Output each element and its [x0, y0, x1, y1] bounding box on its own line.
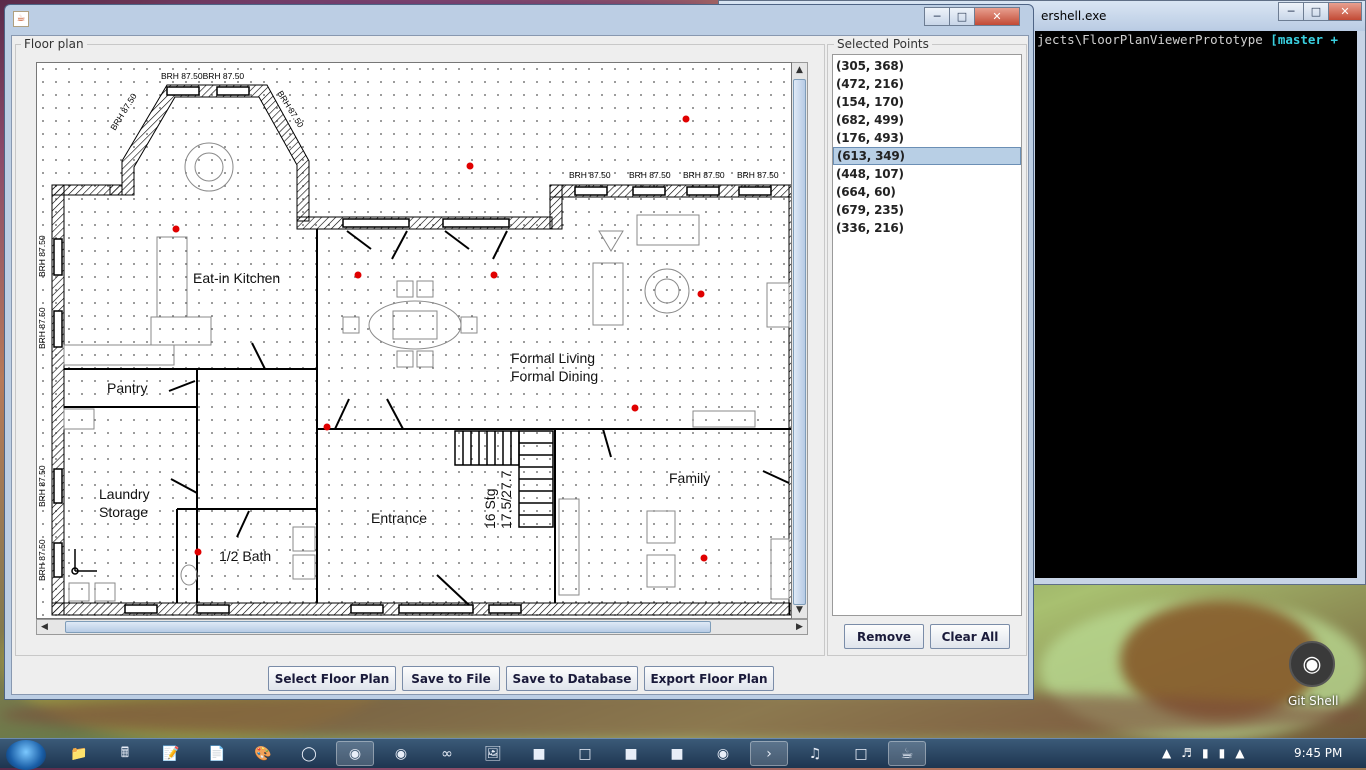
floor-plan-group-label: Floor plan [21, 37, 87, 51]
remove-button[interactable]: Remove [844, 624, 924, 649]
git-shell-icon[interactable]: ◉ [1289, 641, 1335, 687]
horizontal-scroll-thumb[interactable] [65, 621, 711, 633]
selected-point-item[interactable]: (679, 235) [833, 201, 1021, 219]
console-caption-buttons: ─ □ ✕ [1278, 2, 1362, 21]
room-label-half-bath: 1/2 Bath [219, 548, 271, 564]
virtualbox2-icon[interactable]: □ [842, 741, 880, 766]
powershell-icon[interactable]: › [750, 741, 788, 766]
link-icon[interactable]: ∞ [428, 741, 466, 766]
floor-plan-canvas[interactable]: BRH 87.50BRH 87.50 BRH 87.50 BRH 87.50 B… [36, 62, 792, 619]
java-icon: ☕ [13, 11, 29, 27]
room-label-family: Family [669, 470, 710, 486]
title-bar[interactable]: ☕ ─ □ ✕ [5, 5, 1033, 32]
selected-point-marker[interactable] [700, 554, 708, 562]
selected-point-marker[interactable] [323, 423, 331, 431]
calculator-icon[interactable]: 🖩 [106, 741, 144, 766]
selected-point-item[interactable]: (154, 170) [833, 93, 1021, 111]
tray-icons: ▲♬▮▮▲ [1162, 746, 1255, 760]
scroll-down-arrow-icon[interactable]: ▼ [792, 603, 807, 618]
console-maximize-button[interactable]: □ [1303, 2, 1329, 21]
git-shell-label[interactable]: Git Shell [1288, 694, 1338, 708]
console-branch: [master + [1270, 32, 1339, 47]
floor-plan-viewer-window[interactable]: ☕ ─ □ ✕ Floor plan BRH 87.50BRH 87.50 BR… [4, 4, 1034, 700]
scroll-left-arrow-icon[interactable]: ◀ [37, 620, 52, 635]
clock[interactable]: 9:45 PM [1294, 746, 1342, 760]
network-icon[interactable]: ■ [612, 741, 650, 766]
console-prompt: jects\FloorPlanViewerPrototype [1037, 32, 1271, 47]
chrome-icon[interactable]: ◉ [336, 741, 374, 766]
console-minimize-button[interactable]: ─ [1278, 2, 1304, 21]
sticky-notes-icon[interactable]: 📝 [152, 741, 190, 766]
selected-point-item[interactable]: (305, 368) [833, 57, 1021, 75]
close-button[interactable]: ✕ [974, 7, 1020, 26]
minimize-button[interactable]: ─ [924, 7, 950, 26]
room-label-formal-living: Formal Living [511, 350, 595, 366]
selected-point-marker[interactable] [682, 115, 690, 123]
svg-text:BRH 87.50: BRH 87.50 [37, 235, 47, 277]
svg-text:BRH 87.50: BRH 87.50 [37, 539, 47, 581]
selected-point-item[interactable]: (448, 107) [833, 165, 1021, 183]
messenger-icon[interactable]: ◉ [704, 741, 742, 766]
firefox-icon[interactable]: ◉ [382, 741, 420, 766]
folder-icon[interactable]: 📁 [60, 741, 98, 766]
scroll-right-arrow-icon[interactable]: ▶ [792, 620, 807, 635]
virtualbox-icon[interactable]: □ [566, 741, 604, 766]
save-to-file-button[interactable]: Save to File [402, 666, 500, 691]
opera-icon[interactable]: ◯ [290, 741, 328, 766]
scanner-icon[interactable]: ■ [658, 741, 696, 766]
clear-all-button[interactable]: Clear All [930, 624, 1010, 649]
selected-point-marker[interactable] [697, 290, 705, 298]
svg-text:BRH 87.50BRH 87.50: BRH 87.50BRH 87.50 [161, 71, 244, 81]
selected-point-marker[interactable] [466, 162, 474, 170]
selected-point-marker[interactable] [490, 271, 498, 279]
selected-point-marker[interactable] [354, 271, 362, 279]
selected-point-item[interactable]: (613, 349) [833, 147, 1021, 165]
selected-point-marker[interactable] [631, 404, 639, 412]
floor-plan-drawing[interactable]: BRH 87.50BRH 87.50 BRH 87.50 BRH 87.50 B… [37, 63, 792, 619]
itunes-icon[interactable]: ♫ [796, 741, 834, 766]
caption-buttons: ─ □ ✕ [924, 7, 1020, 26]
room-label-formal-dining: Formal Dining [511, 368, 598, 384]
room-label-entrance: Entrance [371, 510, 427, 526]
scroll-up-arrow-icon[interactable]: ▲ [792, 63, 807, 78]
svg-text:BRH 87.50: BRH 87.50 [737, 170, 779, 180]
export-floor-plan-button[interactable]: Export Floor Plan [644, 666, 774, 691]
java-icon[interactable]: ☕ [888, 741, 926, 766]
room-label-storage: Storage [99, 504, 148, 520]
select-floor-plan-button[interactable]: Select Floor Plan [268, 666, 396, 691]
grid-dots [37, 63, 791, 618]
selected-point-marker[interactable] [172, 225, 180, 233]
console-output[interactable]: jects\FloorPlanViewerPrototype [master + [1035, 31, 1357, 578]
svg-text:BRH 87.50: BRH 87.50 [683, 170, 725, 180]
maximize-button[interactable]: □ [949, 7, 975, 26]
start-button[interactable] [6, 740, 46, 770]
selected-point-marker[interactable] [194, 548, 202, 556]
floor-plan-horizontal-scrollbar[interactable]: ◀ ▶ [36, 619, 808, 635]
paint-icon[interactable]: 🎨 [244, 741, 282, 766]
svg-text:BRH 87.50: BRH 87.50 [37, 307, 47, 349]
floor-plan-vertical-scrollbar[interactable]: ▲ ▼ [792, 62, 808, 619]
selected-point-item[interactable]: (682, 499) [833, 111, 1021, 129]
gallery-icon[interactable]: 🖼 [474, 741, 512, 766]
vertical-scroll-thumb[interactable] [793, 79, 806, 605]
stairs-dimension: 17.5/27.7 [498, 470, 514, 529]
selected-point-item[interactable]: (176, 493) [833, 129, 1021, 147]
save-to-database-button[interactable]: Save to Database [506, 666, 638, 691]
client-area: Floor plan BRH 87.50BRH 87.50 BRH 87.50 … [11, 35, 1029, 695]
selected-points-label: Selected Points [834, 37, 932, 51]
stairs-label: 16 Stg [482, 489, 498, 529]
svg-text:BRH 87.50: BRH 87.50 [629, 170, 671, 180]
console-close-button[interactable]: ✕ [1328, 2, 1362, 21]
room-label-kitchen: Eat-in Kitchen [193, 270, 280, 286]
selected-point-item[interactable]: (472, 216) [833, 75, 1021, 93]
selected-point-item[interactable]: (336, 216) [833, 219, 1021, 237]
selected-points-list[interactable]: (305, 368) (472, 216) (154, 170) (682, 499)… [832, 54, 1022, 616]
svg-text:BRH 87.50: BRH 87.50 [569, 170, 611, 180]
selected-point-item[interactable]: (664, 60) [833, 183, 1021, 201]
notepad-icon[interactable]: 📄 [198, 741, 236, 766]
app-icon[interactable]: ■ [520, 741, 558, 766]
room-label-laundry: Laundry [99, 486, 150, 502]
room-label-pantry: Pantry [107, 380, 147, 396]
svg-text:BRH 87.50: BRH 87.50 [37, 465, 47, 507]
